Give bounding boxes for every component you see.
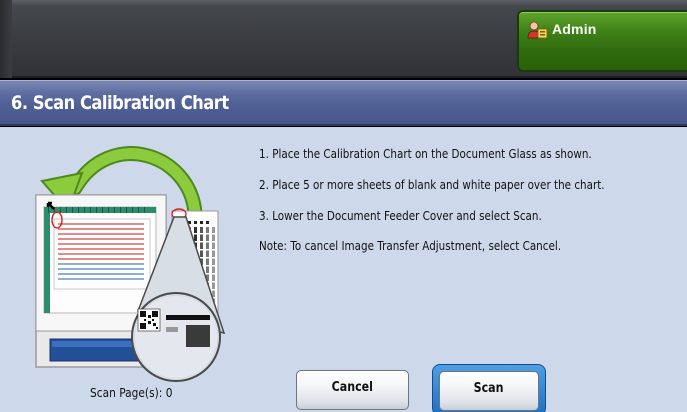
cancel-button[interactable]: Cancel <box>296 370 409 410</box>
instruction-note: Note: To cancel Image Transfer Adjustmen… <box>259 238 562 253</box>
top-status-bar: Admin <box>0 0 687 78</box>
instruction-step-2: 2. Place 5 or more sheets of blank and w… <box>259 177 605 192</box>
top-bar-edge <box>0 0 12 78</box>
admin-label: Admin <box>552 21 597 37</box>
title-bar: 6. Scan Calibration Chart <box>0 80 687 126</box>
scan-button-label: Scan <box>474 381 504 396</box>
scan-page-count: Scan Page(s): 0 <box>90 385 173 400</box>
cancel-button-label: Cancel <box>331 380 374 395</box>
instruction-step-1: 1. Place the Calibration Chart on the Do… <box>259 146 592 161</box>
screen: Admin 6. Scan Calibration Chart 1. Place… <box>0 0 687 412</box>
content-panel: 1. Place the Calibration Chart on the Do… <box>0 127 687 412</box>
qr-code-icon <box>137 308 161 332</box>
admin-user-icon <box>527 21 548 39</box>
admin-button[interactable]: Admin <box>517 10 687 72</box>
instruction-step-3: 3. Lower the Document Feeder Cover and s… <box>259 208 542 223</box>
calibration-chart-illustration <box>35 146 226 382</box>
scan-button-highlight[interactable]: Scan <box>432 364 546 412</box>
scan-button[interactable]: Scan <box>439 371 539 411</box>
page-title: 6. Scan Calibration Chart <box>11 92 229 114</box>
